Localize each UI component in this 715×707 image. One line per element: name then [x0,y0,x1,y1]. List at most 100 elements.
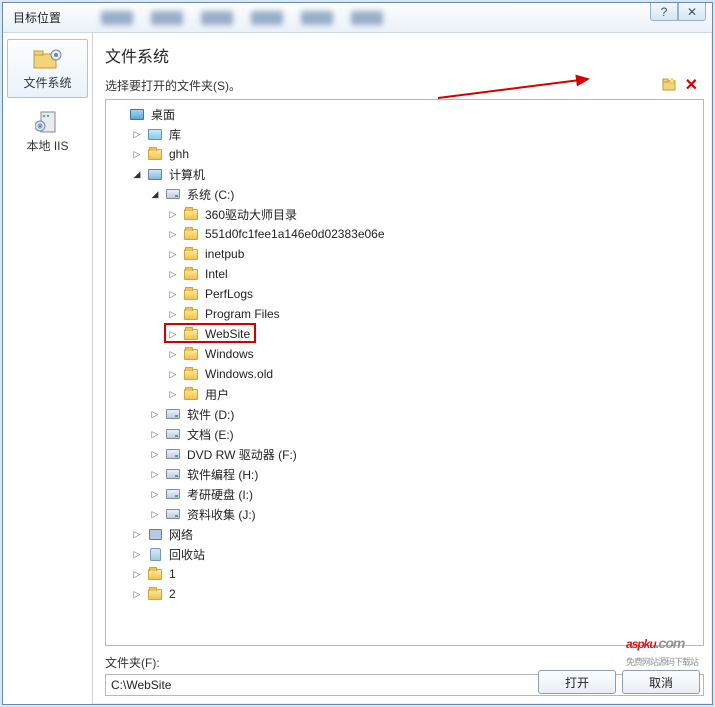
tree-node[interactable]: ◢ 计算机 [106,164,703,184]
tree-node[interactable]: ▷ 用户 [106,384,703,404]
sidebar-label: 本地 IIS [26,137,68,154]
tree-node[interactable]: ▷2 [106,584,703,604]
tree-node-label: Windows [202,346,257,362]
chevron-right-icon[interactable]: ▷ [166,307,180,321]
chevron-right-icon[interactable]: ▷ [166,327,180,341]
lib-icon [146,126,164,142]
window-controls: ? ✕ [650,3,706,21]
chevron-down-icon[interactable]: ◢ [130,167,144,181]
chevron-right-icon[interactable]: ▷ [166,247,180,261]
dialog-content: 文件系统 本地 IIS 文件系统 选择要打开的文件夹(S)。 ✕ [3,33,712,704]
chevron-right-icon[interactable]: ▷ [148,507,162,521]
tree-node-label: 资料收集 (J:) [184,505,259,524]
tree-node-label: 软件编程 (H:) [184,465,261,484]
dialog-title: 目标位置 [13,9,61,26]
folder-icon [146,146,164,162]
folder-icon [182,306,200,322]
chevron-down-icon[interactable]: ◢ [148,187,162,201]
drive-icon [164,486,182,502]
help-button[interactable]: ? [650,3,678,21]
folder-tree[interactable]: ▷桌面▷库▷ghh◢计算机◢系统 (C:)▷360驱动大师目录▷551d0fc1… [105,99,704,646]
tree-node[interactable]: ▷WebSite [106,324,703,344]
tree-node[interactable]: ▷ 考研硬盘 (I:) [106,484,703,504]
chevron-right-icon[interactable]: ▷ [130,547,144,561]
tree-node[interactable]: ▷ PerfLogs [106,284,703,304]
folder-icon [182,366,200,382]
tree-node-label: 551d0fc1fee1a146e0d02383e06e [202,226,388,242]
tree-node[interactable]: ▷1 [106,564,703,584]
tree-node-label: ghh [166,146,192,162]
chevron-right-icon[interactable]: ▷ [148,407,162,421]
tree-node[interactable]: ▷ 回收站 [106,544,703,564]
tree-node[interactable]: ▷ 网络 [106,524,703,544]
tree-node-label: 库 [166,125,184,144]
tree-node[interactable]: ◢系统 (C:) [106,184,703,204]
close-icon: ✕ [687,5,697,19]
tree-node[interactable]: ▷DVD RW 驱动器 (F:) [106,444,703,464]
sidebar: 文件系统 本地 IIS [3,33,93,704]
chevron-right-icon[interactable]: ▷ [130,587,144,601]
tree-node-label: 回收站 [166,545,208,564]
chevron-right-icon[interactable]: ▷ [148,427,162,441]
open-button[interactable]: 打开 [538,670,616,694]
tree-node-label: 软件 (D:) [184,405,237,424]
chevron-right-icon[interactable]: ▷ [166,387,180,401]
blurred-menu: xxxxxxxxxxxx [101,11,383,25]
tree-node[interactable]: ▷Intel [106,264,703,284]
titlebar: 目标位置 xxxxxxxxxxxx ? ✕ [3,3,712,33]
tree-node[interactable]: ▷ ghh [106,144,703,164]
tree-node[interactable]: ▷Program Files [106,304,703,324]
tree-node[interactable]: ▷库 [106,124,703,144]
network-icon [146,526,164,542]
chevron-right-icon[interactable]: ▷ [166,227,180,241]
tree-node-label: inetpub [202,246,247,262]
help-icon: ? [661,5,668,19]
tree-node-label: 用户 [202,385,232,404]
folder-icon [146,586,164,602]
folder-icon [182,226,200,242]
tree-node[interactable]: ▷ 551d0fc1fee1a146e0d02383e06e [106,224,703,244]
chevron-right-icon[interactable]: ▷ [148,467,162,481]
tree-node-label: PerfLogs [202,286,256,302]
main-panel: 文件系统 选择要打开的文件夹(S)。 ✕ ▷桌面▷库▷ghh◢计算机◢系统 (C… [93,33,712,704]
chevron-right-icon[interactable]: ▷ [130,527,144,541]
tree-node[interactable]: ▷ Windows.old [106,364,703,384]
chevron-right-icon[interactable]: ▷ [148,447,162,461]
tree-node[interactable]: ▷ 软件编程 (H:) [106,464,703,484]
tree-node[interactable]: ▷ Windows [106,344,703,364]
tree-node[interactable]: ▷ 资料收集 (J:) [106,504,703,524]
folder-icon [182,386,200,402]
chevron-right-icon[interactable]: ▷ [166,367,180,381]
folder-icon [182,266,200,282]
folder-icon [182,286,200,302]
chevron-right-icon[interactable]: ▷ [148,487,162,501]
tree-node-label: 网络 [166,525,196,544]
chevron-right-icon[interactable]: ▷ [130,147,144,161]
new-folder-icon[interactable] [661,77,677,94]
delete-icon[interactable]: ✕ [685,75,698,95]
tree-node[interactable]: ▷ 软件 (D:) [106,404,703,424]
tree-node-label: 360驱动大师目录 [202,205,300,224]
path-label: 文件夹(F): [105,654,704,671]
chevron-right-icon[interactable]: ▷ [166,207,180,221]
sidebar-item-local-iis[interactable]: 本地 IIS [7,102,88,161]
sidebar-item-filesystem[interactable]: 文件系统 [7,39,88,98]
cancel-button[interactable]: 取消 [622,670,700,694]
target-location-dialog: 目标位置 xxxxxxxxxxxx ? ✕ 文件系统 本地 IIS [2,2,713,705]
tree-node[interactable]: ▷ 360驱动大师目录 [106,204,703,224]
close-button[interactable]: ✕ [678,3,706,21]
recycle-icon [146,546,164,562]
chevron-right-icon[interactable]: ▷ [166,267,180,281]
folder-icon [182,246,200,262]
tree-node[interactable]: ▷桌面 [106,104,703,124]
chevron-right-icon[interactable]: ▷ [130,567,144,581]
tree-node[interactable]: ▷ inetpub [106,244,703,264]
chevron-right-icon[interactable]: ▷ [130,127,144,141]
chevron-right-icon[interactable]: ▷ [166,287,180,301]
tree-node-label: 考研硬盘 (I:) [184,485,256,504]
tree-node[interactable]: ▷文档 (E:) [106,424,703,444]
tree-node-label: 计算机 [166,165,208,184]
desktop-icon [128,106,146,122]
tree-node-label: Windows.old [202,366,276,382]
chevron-right-icon[interactable]: ▷ [166,347,180,361]
